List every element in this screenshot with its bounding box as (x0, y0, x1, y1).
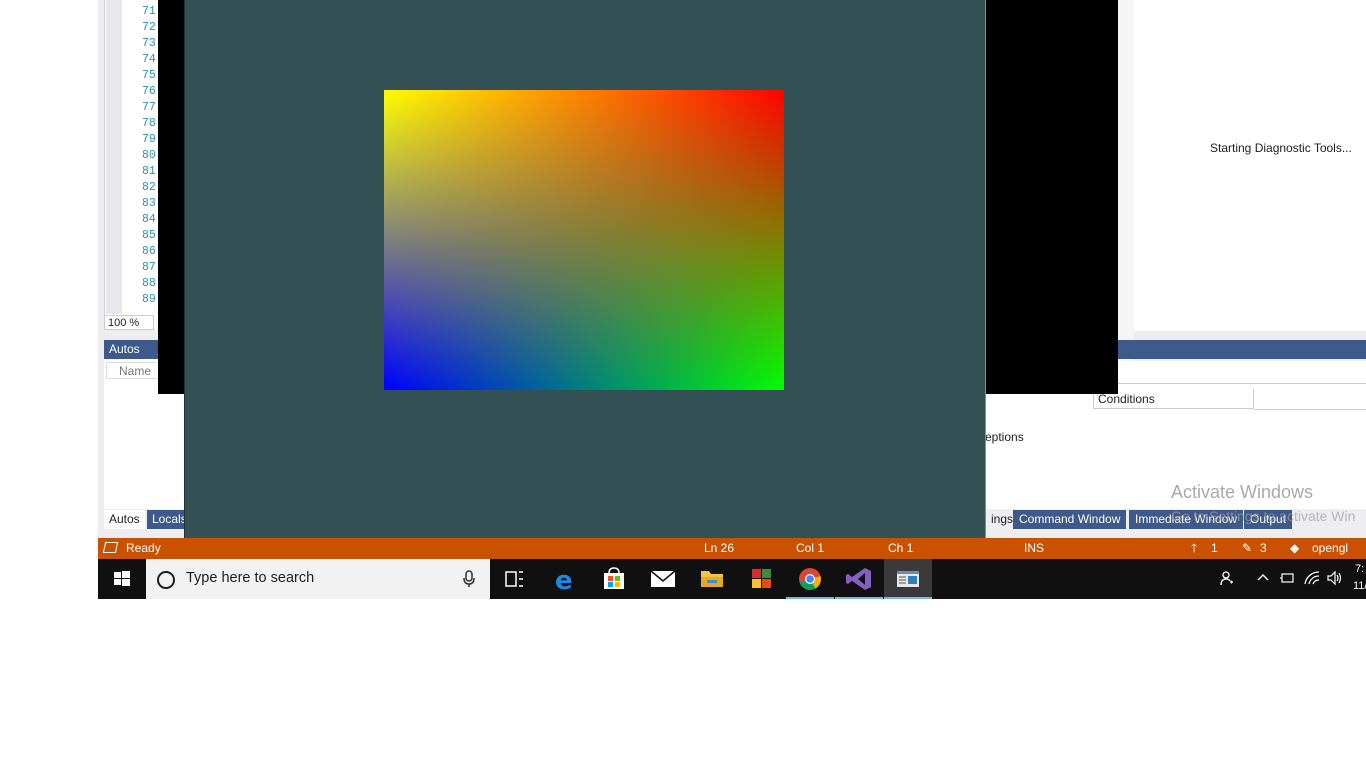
cortana-icon (157, 571, 175, 589)
app-tiles-icon (752, 569, 771, 588)
start-button[interactable] (98, 559, 146, 599)
console-window-button[interactable] (884, 559, 932, 599)
mail-button[interactable] (639, 559, 687, 599)
visual-studio-icon (846, 568, 871, 590)
clock-date[interactable]: 11/ (1353, 580, 1366, 592)
column-header-blank (1254, 389, 1366, 410)
exceptions-row[interactable]: eptions (985, 430, 1024, 444)
clock-time[interactable]: 7: (1355, 563, 1364, 575)
app-tiles-button[interactable] (737, 559, 785, 599)
tab-autos[interactable]: Autos (104, 510, 145, 529)
status-column[interactable]: Col 1 (796, 538, 824, 559)
edge-icon: e (555, 566, 573, 596)
status-ready: Ready (126, 541, 161, 555)
volume-icon[interactable] (1326, 570, 1344, 589)
tab-command-window[interactable]: Command Window (1013, 510, 1127, 529)
pending-pushes[interactable]: 1 (1211, 538, 1218, 559)
pencil-icon[interactable]: ✎ (1242, 538, 1252, 559)
store-button[interactable] (590, 559, 638, 599)
activate-windows-title: Activate Windows (1171, 482, 1314, 502)
mail-icon (650, 570, 676, 587)
push-arrow-icon[interactable]: 🡑 (1191, 538, 1197, 559)
console-window-icon (897, 571, 919, 587)
diagnostic-status-text: Starting Diagnostic Tools... (1210, 141, 1352, 155)
activate-windows-subtitle: Go to Settings to activate Win (1171, 508, 1356, 524)
git-branch-icon[interactable]: ◆ (1290, 538, 1299, 559)
gradient-rectangle-graphic (384, 90, 784, 390)
file-explorer-button[interactable] (688, 559, 736, 599)
chevron-up-icon[interactable] (1256, 570, 1270, 589)
store-icon (604, 567, 624, 589)
people-icon[interactable] (1219, 570, 1235, 589)
chrome-icon (799, 568, 821, 590)
search-placeholder[interactable]: Type here to search (186, 570, 314, 586)
zoom-level-select[interactable]: 100 % (104, 315, 154, 330)
edge-button[interactable]: e (541, 559, 589, 599)
gradient-rectangle (384, 90, 784, 390)
visual-studio-button[interactable] (835, 559, 883, 599)
status-line[interactable]: Ln 26 (704, 538, 734, 559)
chrome-button[interactable] (786, 559, 834, 599)
status-char[interactable]: Ch 1 (888, 538, 913, 559)
editor-vertical-scrollbar[interactable] (1118, 0, 1134, 394)
editor-gutter (106, 0, 122, 314)
tab-locals[interactable]: Locals (147, 510, 184, 529)
tab-exception-settings[interactable]: ings (985, 510, 1013, 529)
status-bar: Ready Ln 26 Col 1 Ch 1 INS 🡑 1 ✎ 3 ◆ ope… (98, 538, 1366, 559)
diagnostic-tools-panel (1135, 0, 1366, 331)
task-view-button[interactable] (490, 559, 538, 599)
status-insert-mode[interactable]: INS (1024, 538, 1044, 559)
file-explorer-icon (701, 571, 723, 587)
windows-logo-icon (114, 571, 130, 586)
repo-name[interactable]: opengl (1312, 538, 1348, 559)
pending-changes[interactable]: 3 (1260, 538, 1267, 559)
wifi-icon[interactable] (1304, 570, 1320, 589)
output-window-icon[interactable] (102, 542, 119, 553)
svg-text:e: e (555, 566, 573, 596)
microphone-icon[interactable] (462, 570, 476, 588)
network-adapter-icon[interactable] (1279, 570, 1295, 589)
task-view-icon (505, 571, 523, 587)
